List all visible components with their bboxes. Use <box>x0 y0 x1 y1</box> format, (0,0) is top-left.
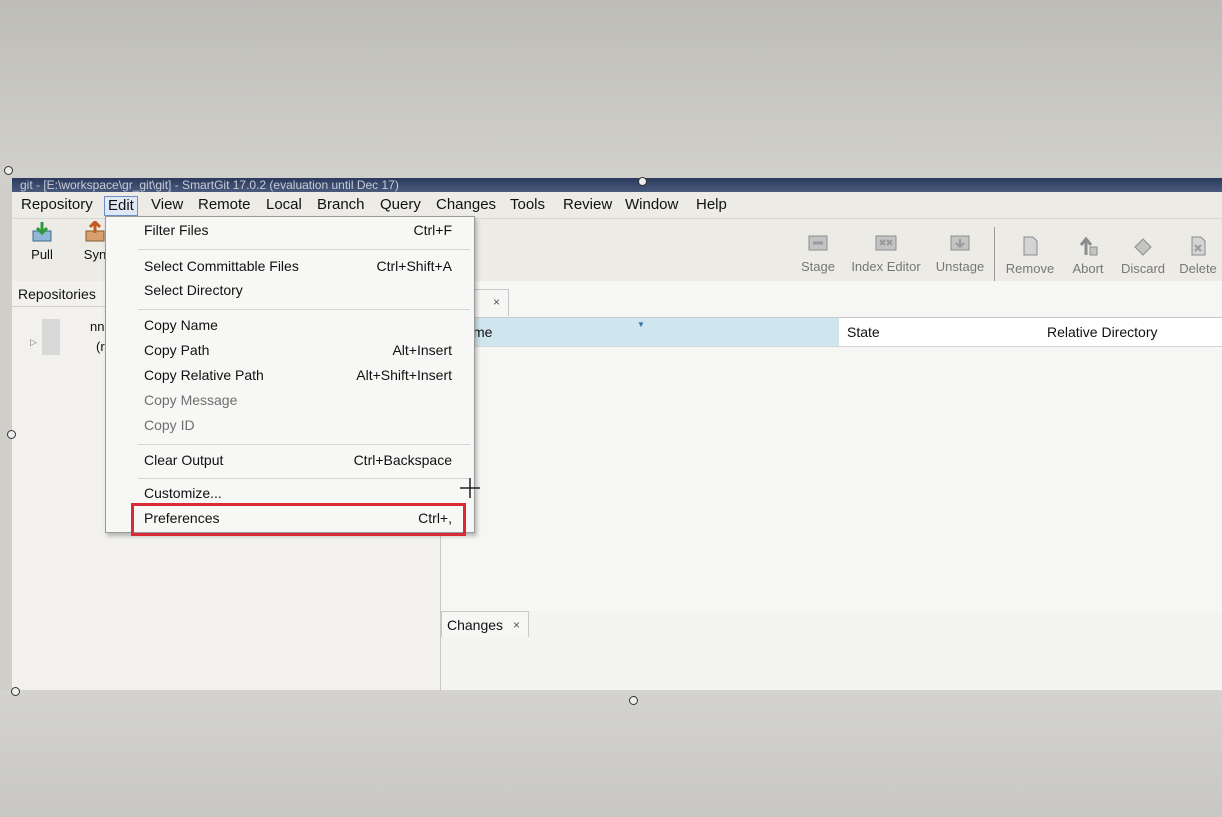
discard-label: Discard <box>1120 261 1166 276</box>
selection-handle <box>4 166 13 175</box>
menu-item-select-committable-files[interactable]: Select Committable Files Ctrl+Shift+A <box>144 255 452 277</box>
delete-label: Delete <box>1179 261 1217 276</box>
selection-handle <box>629 696 638 705</box>
close-icon[interactable]: × <box>513 612 520 638</box>
menu-item-clear-output[interactable]: Clear Output Ctrl+Backspace <box>144 449 452 471</box>
menu-separator <box>138 249 470 250</box>
unstage-button[interactable]: Unstage <box>934 233 986 274</box>
remove-label: Remove <box>1005 261 1055 276</box>
abort-label: Abort <box>1072 261 1104 276</box>
menu-query[interactable]: Query <box>377 196 424 214</box>
photo-background-top <box>0 0 1222 185</box>
remove-button[interactable]: Remove <box>1004 235 1056 276</box>
sync-label: Syn <box>83 247 107 262</box>
menu-help[interactable]: Help <box>693 196 730 214</box>
menu-branch[interactable]: Branch <box>314 196 368 214</box>
delete-icon <box>1191 236 1206 256</box>
menu-tools[interactable]: Tools <box>507 196 548 214</box>
edit-menu-dropdown: Filter Files Ctrl+F Select Committable F… <box>105 216 475 533</box>
menu-separator <box>138 478 470 479</box>
stage-button[interactable]: Stage <box>798 233 838 274</box>
menu-item-copy-id: Copy ID <box>144 417 195 433</box>
files-table-header: me ▼ State Relative Directory <box>441 317 1222 347</box>
changes-panel: Changes × <box>440 611 1222 690</box>
tab-changes[interactable]: Changes × <box>441 611 529 637</box>
unstage-icon <box>950 235 970 251</box>
close-icon[interactable]: × <box>493 295 500 309</box>
menu-item-copy-name[interactable]: Copy Name <box>144 314 452 336</box>
photo-background-bottom <box>0 690 1222 817</box>
discard-icon <box>1134 238 1152 256</box>
column-state[interactable]: State <box>847 318 880 346</box>
repository-icon <box>42 319 60 355</box>
menu-changes[interactable]: Changes <box>433 196 499 214</box>
menu-separator <box>138 444 470 445</box>
menu-item-select-directory[interactable]: Select Directory <box>144 279 452 301</box>
stage-label: Stage <box>801 259 835 274</box>
menu-local[interactable]: Local <box>263 196 305 214</box>
stage-icon <box>808 235 828 251</box>
repository-name: nn <box>90 319 105 334</box>
sort-arrow-icon: ▼ <box>637 320 645 329</box>
menu-bar: Repository Edit View Remote Local Branch… <box>12 192 1222 219</box>
menu-separator <box>138 309 470 310</box>
index-editor-icon <box>875 235 897 251</box>
window-title: git - [E:\workspace\gr_git\git] - SmartG… <box>12 178 1222 192</box>
delete-button[interactable]: Delete <box>1176 235 1220 276</box>
menu-item-copy-path[interactable]: Copy Path Alt+Insert <box>144 339 452 361</box>
sync-icon <box>85 221 105 242</box>
unstage-label: Unstage <box>935 259 985 274</box>
column-relative-directory[interactable]: Relative Directory <box>1047 318 1157 346</box>
menu-item-copy-message: Copy Message <box>144 392 238 408</box>
menu-window[interactable]: Window <box>622 196 681 214</box>
menu-remote[interactable]: Remote <box>195 196 254 214</box>
menu-item-customize[interactable]: Customize... <box>144 482 452 504</box>
toolbar-separator <box>994 227 995 287</box>
selection-handle <box>11 687 20 696</box>
index-editor-button[interactable]: Index Editor <box>848 233 924 274</box>
abort-icon <box>1079 236 1098 256</box>
repository-path: (r <box>96 339 105 354</box>
remove-icon <box>1023 236 1038 256</box>
pull-label: Pull <box>31 247 53 262</box>
selection-handle <box>638 177 647 186</box>
files-panel: × me ▼ State Relative Directory <box>440 281 1222 611</box>
pull-button[interactable]: Pull <box>26 221 58 262</box>
preferences-highlight-box <box>131 503 466 536</box>
crosshair-cursor-icon <box>460 478 480 498</box>
menu-view[interactable]: View <box>148 196 186 214</box>
menu-repository[interactable]: Repository <box>18 196 96 214</box>
selection-handle <box>7 430 16 439</box>
expand-arrow-icon[interactable]: ▷ <box>30 337 37 348</box>
abort-button[interactable]: Abort <box>1068 235 1108 276</box>
index-editor-label: Index Editor <box>851 259 921 274</box>
menu-item-copy-relative-path[interactable]: Copy Relative Path Alt+Shift+Insert <box>144 364 452 386</box>
pull-icon <box>32 222 52 242</box>
menu-edit[interactable]: Edit <box>104 196 138 216</box>
menu-item-filter-files[interactable]: Filter Files Ctrl+F <box>144 219 452 241</box>
discard-button[interactable]: Discard <box>1118 235 1168 276</box>
menu-review[interactable]: Review <box>560 196 615 214</box>
